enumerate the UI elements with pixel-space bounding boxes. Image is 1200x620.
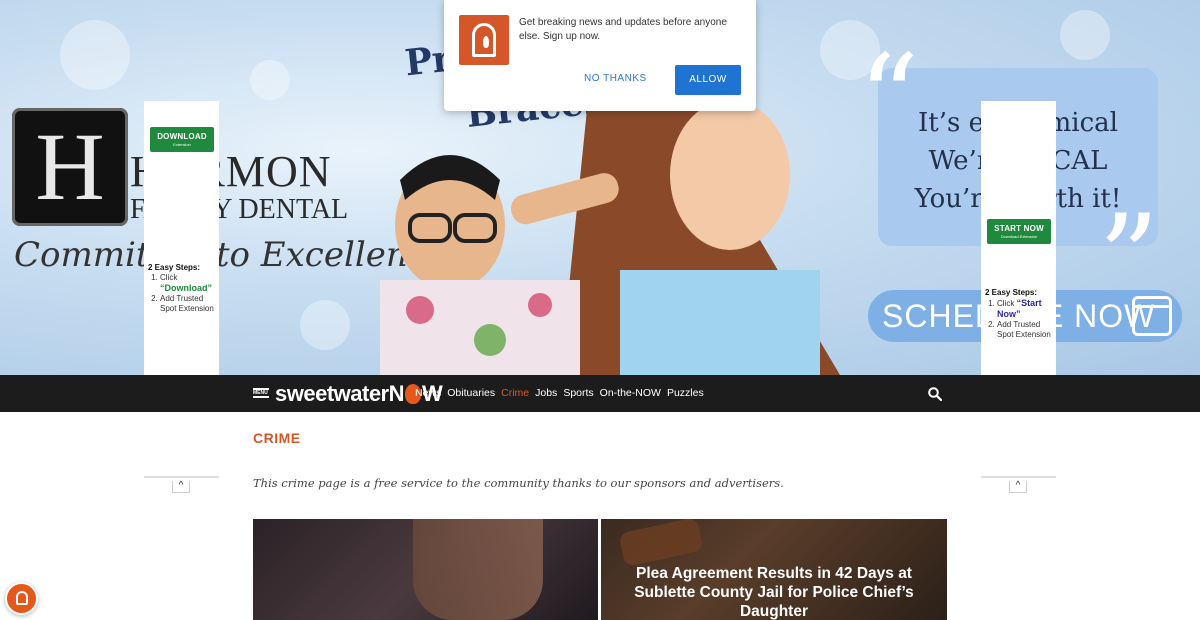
chevron-up-icon[interactable]: ^ (1009, 481, 1027, 493)
page-intro: This crime page is a free service to the… (253, 476, 784, 490)
download-label: DOWNLOAD (157, 132, 207, 141)
logo-letter: H (35, 113, 105, 220)
start-now-label: START NOW (994, 224, 1044, 233)
nav-link-news[interactable]: News (415, 387, 441, 399)
notification-bell-icon[interactable] (5, 582, 38, 615)
step1-highlight: “Download” (160, 283, 212, 293)
steps-title: 2 Easy Steps: (148, 263, 201, 272)
download-extension-button[interactable]: DOWNLOAD Extension (150, 127, 214, 152)
menu-label[interactable]: MENU (252, 390, 269, 396)
nav-link-obituaries[interactable]: Obituaries (447, 387, 495, 399)
nav-link-puzzles[interactable]: Puzzles (667, 387, 704, 399)
harmon-logo: H (12, 108, 128, 226)
site-notification-icon (459, 15, 509, 65)
gavel-image (618, 519, 704, 567)
search-icon[interactable] (928, 387, 942, 401)
brand-prefix: sweetwater (275, 381, 389, 406)
no-thanks-button[interactable]: NO THANKS (584, 73, 647, 84)
article-card[interactable]: Plea Agreement Results in 42 Days at Sub… (601, 519, 947, 620)
brand-n: N (388, 381, 405, 406)
nav-links: News Obituaries Crime Jobs Sports On-the… (415, 387, 704, 399)
article-card[interactable] (253, 519, 598, 620)
right-ad-collapse-bar[interactable]: ^ (981, 476, 1056, 493)
download-sub-label: Extension (173, 142, 191, 147)
step1-prefix: Click (160, 273, 178, 282)
nav-link-crime[interactable]: Crime (501, 387, 529, 399)
calendar-icon (1132, 296, 1172, 336)
nav-link-jobs[interactable]: Jobs (535, 387, 557, 399)
step1-prefix: Click (997, 299, 1015, 308)
allow-button[interactable]: ALLOW (675, 65, 741, 95)
article-image (413, 519, 543, 620)
site-navbar: MENU sweetwaterN W News Obituaries Crime … (0, 375, 1200, 412)
nav-link-on-the-now[interactable]: On-the-NOW (600, 387, 661, 399)
nav-link-sports[interactable]: Sports (563, 387, 593, 399)
step2-text: Add Trusted Spot Extension (997, 320, 1051, 339)
left-ad-collapse-bar[interactable]: ^ (144, 476, 219, 493)
page: H HARMON FAMILY DENTAL Committed to Exce… (0, 0, 1200, 620)
left-side-ad[interactable]: DOWNLOAD Extension 2 Easy Steps: Click“D… (144, 101, 219, 478)
article-title[interactable]: Plea Agreement Results in 42 Days at Sub… (601, 564, 947, 620)
start-now-sub-label: Download Extension (1000, 234, 1038, 239)
left-ad-steps: 2 Easy Steps: Click“Download” Add Truste… (148, 263, 219, 314)
right-ad-steps: 2 Easy Steps: Click “Start Now” Add Trus… (985, 288, 1056, 340)
step2-text: Add Trusted Spot Extension (160, 294, 214, 313)
chevron-up-icon[interactable]: ^ (172, 481, 190, 493)
start-now-button[interactable]: START NOW Download Extension (987, 219, 1051, 244)
steps-title: 2 Easy Steps: (985, 288, 1038, 297)
push-notification-prompt: Get breaking news and updates before any… (444, 0, 756, 111)
notification-message: Get breaking news and updates before any… (519, 17, 727, 42)
right-side-ad[interactable]: START NOW Download Extension 2 Easy Step… (981, 101, 1056, 478)
page-title: CRIME (253, 430, 301, 446)
